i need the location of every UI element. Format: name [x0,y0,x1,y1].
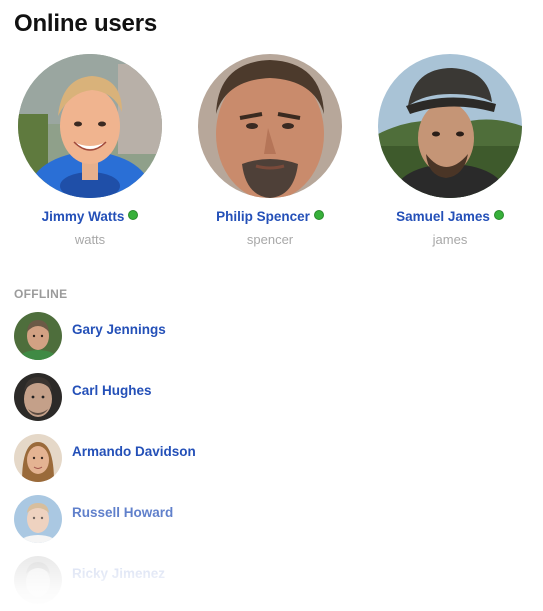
offline-user-item[interactable]: Carl Hughes [14,373,514,434]
online-status-icon [313,210,324,220]
avatar[interactable] [14,556,62,604]
avatar[interactable] [378,54,522,198]
offline-users-list: Gary Jennings Carl Hughes Armando Davids… [14,312,514,611]
user-name-link[interactable]: Samuel James [396,209,490,224]
offline-user-item[interactable]: Ricky Jimenez [14,556,514,611]
user-name-link[interactable]: Carl Hughes [72,383,152,398]
user-name-row: Philip Spencer [180,208,360,226]
user-handle: watts [74,232,106,247]
online-users-list: Jimmy Watts watts Philip Spencer spencer… [0,54,543,254]
user-name-row: Jimmy Watts [0,208,180,226]
online-status-icon [128,210,139,220]
avatar[interactable] [14,312,62,360]
page-title: Online users [14,10,157,37]
avatar[interactable] [14,373,62,421]
avatar[interactable] [14,434,62,482]
user-handle: james [432,232,468,247]
user-name-link[interactable]: Gary Jennings [72,322,166,337]
offline-user-item[interactable]: Gary Jennings [14,312,514,373]
online-user-card[interactable]: Jimmy Watts watts [0,54,180,247]
user-name-link[interactable]: Armando Davidson [72,444,196,459]
avatar[interactable] [198,54,342,198]
offline-user-item[interactable]: Armando Davidson [14,434,514,495]
user-handle: spencer [246,232,294,247]
avatar[interactable] [18,54,162,198]
user-name-link[interactable]: Ricky Jimenez [72,566,165,581]
online-user-card[interactable]: Samuel James james [360,54,540,247]
offline-section-label: OFFLINE [14,287,68,301]
offline-user-item[interactable]: Russell Howard [14,495,514,556]
online-users-page: Online users Jimmy Watts watts Philip Sp… [0,0,543,611]
online-status-icon [493,210,504,220]
user-name-row: Samuel James [360,208,540,226]
user-name-link[interactable]: Jimmy Watts [42,209,125,224]
user-name-link[interactable]: Philip Spencer [216,209,310,224]
online-user-card[interactable]: Philip Spencer spencer [180,54,360,247]
avatar[interactable] [14,495,62,543]
user-name-link[interactable]: Russell Howard [72,505,173,520]
